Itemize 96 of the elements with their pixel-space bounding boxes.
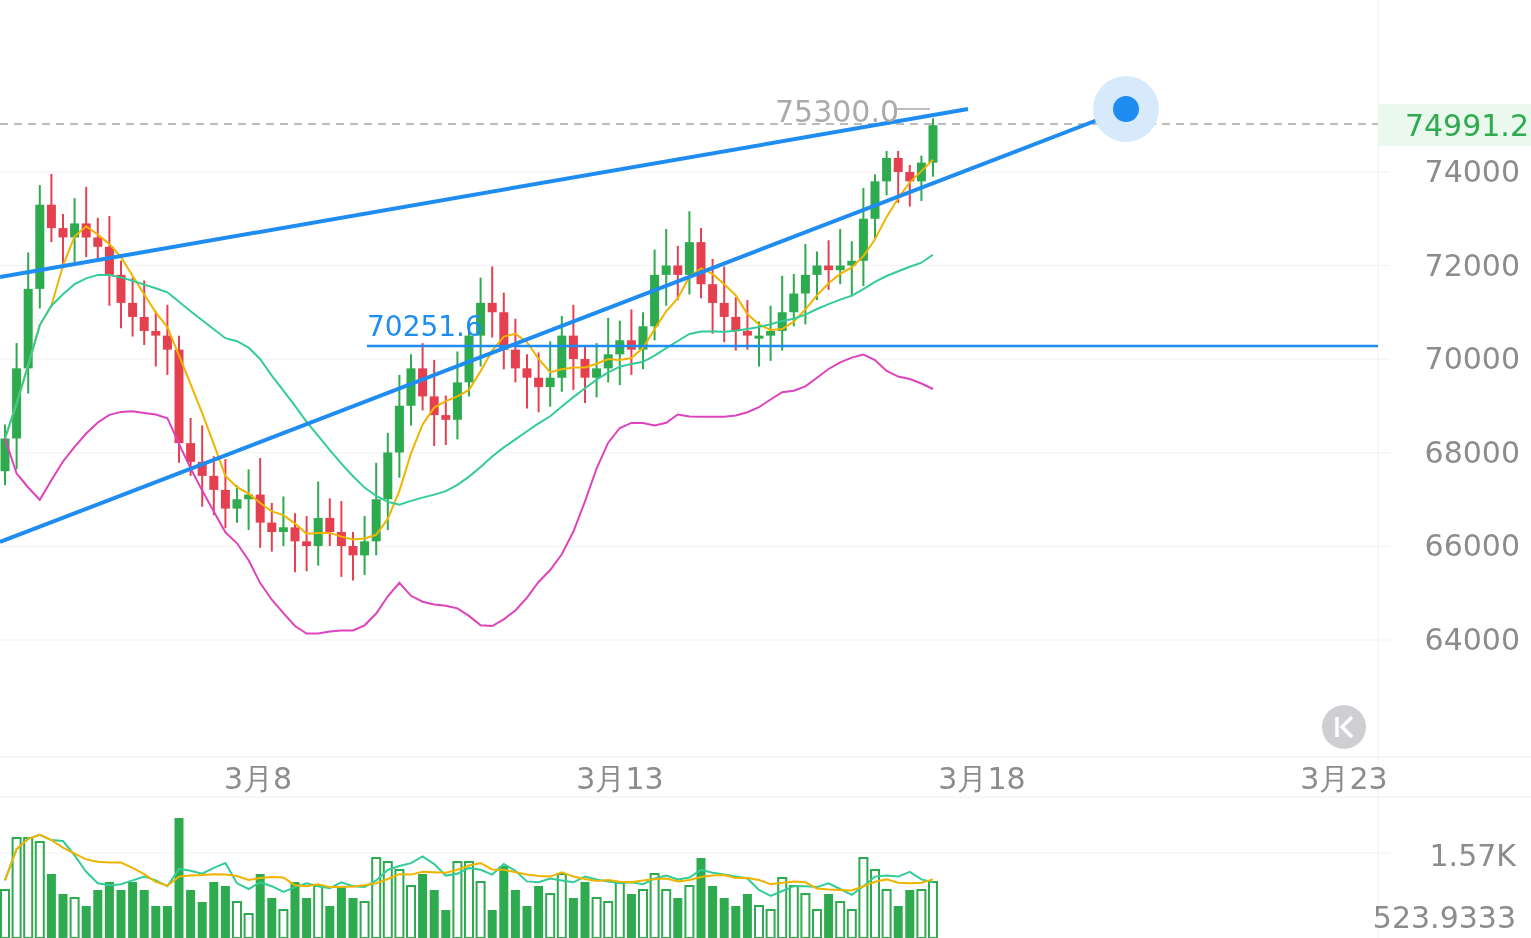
volume-bar — [209, 882, 219, 938]
volume-bar — [81, 906, 91, 938]
date-axis-label: 3月8 — [223, 761, 293, 796]
candle — [267, 502, 277, 553]
high-marker-line — [896, 108, 931, 110]
volume-bar — [731, 906, 741, 938]
candle — [731, 296, 741, 352]
volume-bar — [522, 906, 532, 938]
volume-bar — [708, 886, 718, 938]
drag-handle[interactable] — [1093, 76, 1159, 142]
price-axis-label: 74000 — [1424, 154, 1520, 189]
price-axis-label: 70000 — [1424, 341, 1520, 377]
volume-bar — [580, 882, 590, 938]
volume-bar — [754, 905, 764, 938]
volume-bar — [591, 897, 602, 938]
volume-bar — [162, 906, 172, 938]
candle — [348, 530, 358, 582]
volume-bar — [348, 898, 358, 938]
volume-bar — [220, 886, 230, 938]
volume-bar — [302, 898, 312, 938]
candle — [580, 344, 590, 404]
candle — [0, 423, 10, 487]
volume-bar — [673, 898, 683, 938]
candle — [70, 197, 80, 264]
volume-axis-label: 1.57K — [1429, 838, 1516, 873]
volume-bar — [429, 890, 439, 938]
volume-bar — [151, 906, 161, 938]
volume-bar — [58, 894, 68, 938]
volume-bar — [534, 886, 544, 938]
volume-bar — [186, 890, 196, 938]
candle — [220, 458, 230, 530]
candle — [186, 416, 196, 477]
candle — [928, 117, 938, 178]
price-axis-label: 66000 — [1424, 528, 1520, 564]
volume-axis-label: 523.9333 — [1372, 900, 1516, 935]
volume-bar — [788, 885, 799, 938]
price-axis-label: 72000 — [1424, 247, 1520, 283]
current-price-tag: 74991.2 — [1378, 104, 1531, 146]
volume-bar — [197, 902, 207, 938]
candle — [615, 319, 625, 387]
high-price-label: 75300.0 — [775, 94, 900, 129]
volume-bar — [649, 873, 660, 938]
candle — [824, 239, 834, 291]
candle — [835, 228, 845, 286]
candle — [128, 276, 138, 338]
candle — [742, 299, 752, 351]
volume-bar — [139, 890, 149, 938]
candle — [916, 154, 926, 202]
candle — [870, 173, 880, 240]
candle — [905, 164, 915, 208]
date-axis-label: 3月23 — [1300, 761, 1388, 796]
candle — [893, 149, 903, 204]
volume-bar — [905, 890, 915, 938]
candle — [882, 149, 892, 197]
volume-bar — [824, 894, 834, 938]
volume-bar — [928, 881, 938, 938]
candle — [116, 259, 126, 330]
volume-bar — [394, 869, 405, 938]
candle — [638, 311, 648, 371]
volume-bar — [719, 898, 729, 938]
volume-bar — [870, 869, 880, 938]
candle — [603, 316, 613, 384]
date-axis-label: 3月13 — [576, 761, 664, 796]
candle — [510, 317, 520, 384]
price-axis-label: 68000 — [1424, 434, 1520, 470]
candle — [522, 353, 532, 410]
candle — [418, 342, 428, 412]
candle — [754, 320, 764, 368]
volume-bar — [835, 901, 846, 938]
price-axis-label: 64000 — [1424, 622, 1520, 657]
candle — [626, 308, 636, 376]
volume-bar — [418, 874, 428, 938]
candle — [534, 351, 544, 414]
candle — [812, 250, 822, 302]
candle — [139, 279, 149, 346]
candle — [592, 342, 602, 399]
volume-bar — [626, 894, 636, 938]
candle — [545, 340, 555, 408]
volume-bar — [267, 898, 277, 938]
candle — [232, 484, 242, 524]
volume-bar — [916, 889, 927, 938]
candle — [151, 310, 161, 368]
candle — [209, 455, 219, 517]
candle — [278, 495, 288, 547]
volume-bar — [116, 890, 126, 938]
volume-bar — [661, 889, 672, 938]
date-axis-label: 3月18 — [938, 761, 1026, 796]
volume-bar — [406, 885, 416, 938]
candle — [766, 304, 776, 362]
volume-bar — [742, 894, 752, 938]
volume-bar — [93, 890, 103, 938]
volume-bar — [69, 897, 80, 938]
volume-bar — [104, 882, 114, 938]
candle — [290, 512, 300, 574]
volume-bar — [638, 889, 648, 938]
volume-bar — [128, 882, 138, 938]
